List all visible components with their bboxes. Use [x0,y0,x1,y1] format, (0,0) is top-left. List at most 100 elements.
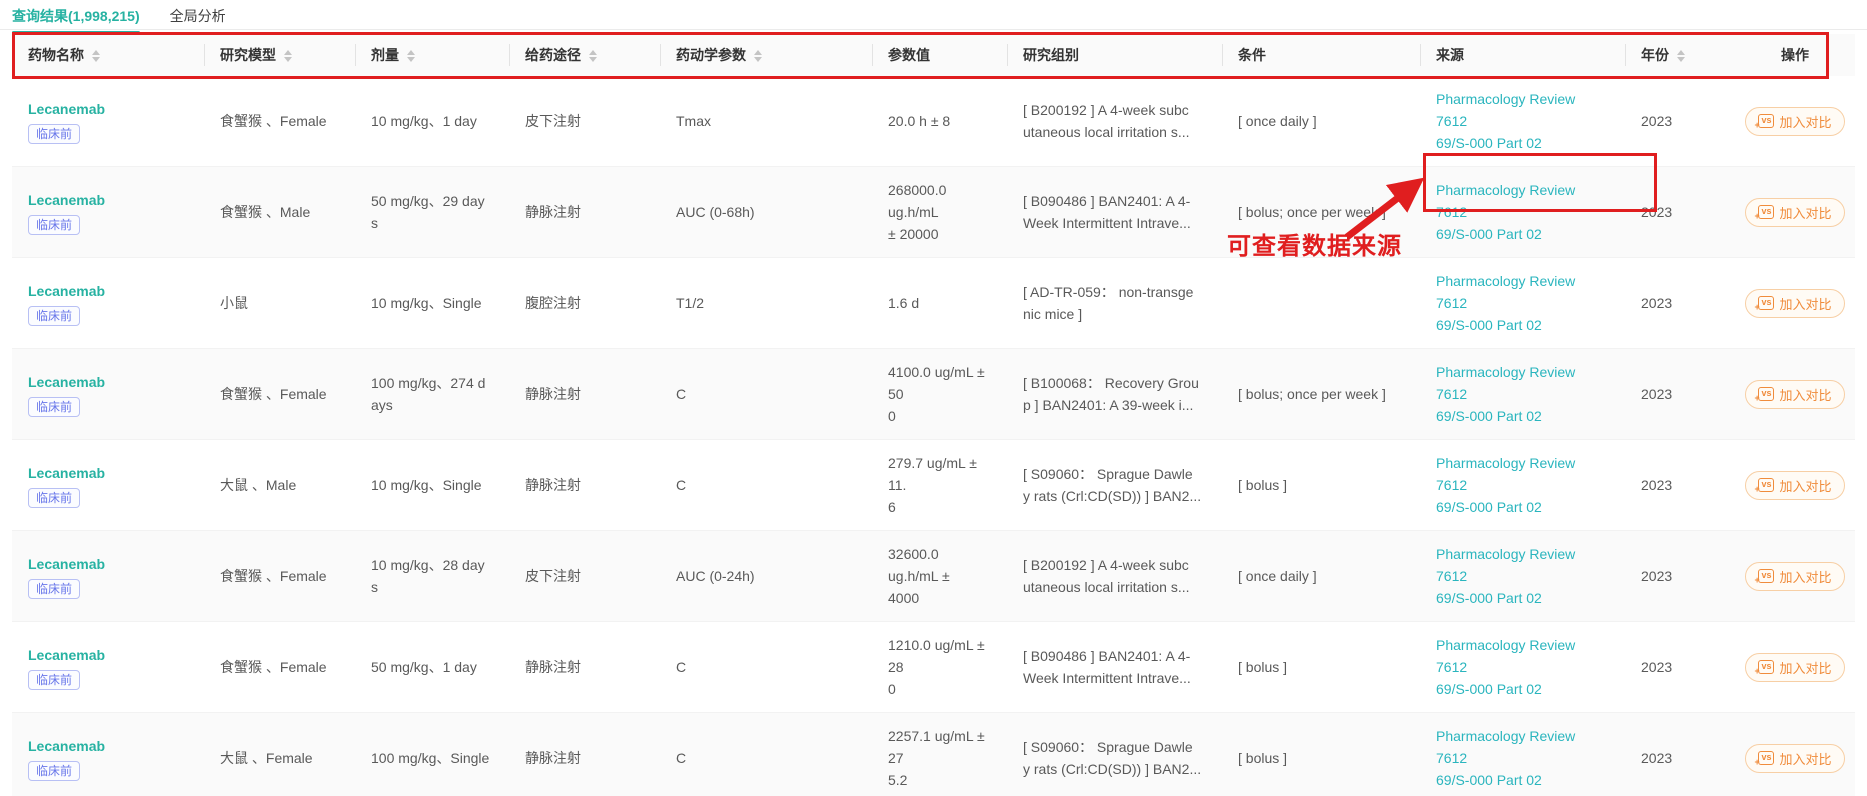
sort-caret-icon[interactable] [92,50,100,63]
cell-parameter: C [660,712,872,796]
cell-dose: 10 mg/kg、28 day s [355,530,509,622]
drug-name-link[interactable]: Lecanemab [28,190,188,210]
cell-study-group: [ S09060： Sprague Dawle y rats (Crl:CD(S… [1007,439,1222,531]
cell-action: vs + 加入对比 [1735,712,1855,796]
table-header-row: 药物名称 研究模型 剂量 给药途径 药动学参数 参数值 研究组别 条件 来源 年份 操作 [12,34,1855,76]
cell-route: 静脉注射 [509,348,660,440]
vs-compare-icon: vs + [1754,296,1775,312]
column-label-group: 研究组别 [1023,47,1079,63]
cell-year: 2023 [1625,166,1735,258]
source-link[interactable]: Pharmacology Review 7612 69/S-000 Part 0… [1436,88,1609,154]
add-to-compare-button[interactable]: vs + 加入对比 [1745,379,1845,409]
column-header-group: 研究组别 [1007,34,1222,76]
phase-badge: 临床前 [28,123,81,144]
cell-year: 2023 [1625,257,1735,349]
cell-source: Pharmacology Review 7612 69/S-000 Part 0… [1420,712,1625,796]
cell-action: vs + 加入对比 [1735,621,1855,713]
cell-year: 2023 [1625,530,1735,622]
cell-dose: 50 mg/kg、1 day [355,621,509,713]
column-header-route[interactable]: 给药途径 [509,34,660,76]
column-header-source: 来源 [1420,34,1625,76]
add-to-compare-button[interactable]: vs + 加入对比 [1745,288,1845,318]
cell-action: vs + 加入对比 [1735,348,1855,440]
column-header-model[interactable]: 研究模型 [204,34,355,76]
cell-source: Pharmacology Review 7612 69/S-000 Part 0… [1420,76,1625,167]
sort-caret-icon[interactable] [284,50,292,63]
phase-badge: 临床前 [28,396,81,417]
source-link[interactable]: Pharmacology Review 7612 69/S-000 Part 0… [1436,634,1609,700]
add-to-compare-label: 加入对比 [1779,569,1832,585]
cell-action: vs + 加入对比 [1735,166,1855,258]
cell-value: 1.6 d [872,257,1007,349]
cell-value: 2257.1 ug/mL ± 27 5.2 [872,712,1007,796]
column-header-year[interactable]: 年份 [1625,34,1735,76]
column-label-source: 来源 [1436,47,1464,63]
cell-model: 食蟹猴 、Female [204,621,355,713]
source-link[interactable]: Pharmacology Review 7612 69/S-000 Part 0… [1436,543,1609,609]
cell-study-group: [ B100068： Recovery Grou p ] BAN2401: A … [1007,348,1222,440]
vs-compare-icon: vs + [1754,751,1775,767]
add-to-compare-button[interactable]: vs + 加入对比 [1745,106,1845,136]
vs-compare-icon: vs + [1754,569,1775,585]
add-to-compare-button[interactable]: vs + 加入对比 [1745,652,1845,682]
add-to-compare-label: 加入对比 [1779,660,1832,676]
cell-source: Pharmacology Review 7612 69/S-000 Part 0… [1420,439,1625,531]
source-link[interactable]: Pharmacology Review 7612 69/S-000 Part 0… [1436,361,1609,427]
add-to-compare-button[interactable]: vs + 加入对比 [1745,743,1845,773]
column-header-drug[interactable]: 药物名称 [12,34,204,76]
drug-name-link[interactable]: Lecanemab [28,736,188,756]
cell-parameter: AUC (0-24h) [660,530,872,622]
cell-study-group: [ B200192 ] A 4-week subc utaneous local… [1007,76,1222,167]
cell-dose: 10 mg/kg、1 day [355,76,509,167]
cell-drug: Lecanemab 临床前 [12,712,204,796]
drug-name-link[interactable]: Lecanemab [28,372,188,392]
cell-study-group: [ B090486 ] BAN2401: A 4- Week Intermitt… [1007,166,1222,258]
cell-action: vs + 加入对比 [1735,439,1855,531]
column-label-action: 操作 [1781,47,1809,63]
cell-parameter: C [660,439,872,531]
column-header-value: 参数值 [872,34,1007,76]
cell-dose: 100 mg/kg、Single [355,712,509,796]
column-header-param[interactable]: 药动学参数 [660,34,872,76]
table-row: Lecanemab 临床前 食蟹猴 、Male 50 mg/kg、29 day s 静脉… [12,166,1855,258]
drug-name-link[interactable]: Lecanemab [28,99,188,119]
cell-route: 皮下注射 [509,530,660,622]
table-row: Lecanemab 临床前 食蟹猴 、Female 50 mg/kg、1 day 静脉注… [12,621,1855,713]
sort-caret-icon[interactable] [407,50,415,63]
cell-model: 大鼠 、Female [204,712,355,796]
sort-caret-icon[interactable] [1677,50,1685,63]
source-link[interactable]: Pharmacology Review 7612 69/S-000 Part 0… [1436,725,1609,791]
cell-condition: [ bolus; once per week ] [1222,166,1420,258]
source-link[interactable]: Pharmacology Review 7612 69/S-000 Part 0… [1436,452,1609,518]
cell-model: 食蟹猴 、Female [204,348,355,440]
cell-drug: Lecanemab 临床前 [12,621,204,713]
add-to-compare-button[interactable]: vs + 加入对比 [1745,470,1845,500]
cell-dose: 50 mg/kg、29 day s [355,166,509,258]
add-to-compare-button[interactable]: vs + 加入对比 [1745,197,1845,227]
sort-caret-icon[interactable] [754,50,762,63]
cell-condition: [ bolus ] [1222,439,1420,531]
cell-condition: [ once daily ] [1222,530,1420,622]
source-link[interactable]: Pharmacology Review 7612 69/S-000 Part 0… [1436,179,1609,245]
tab-global-analysis[interactable]: 全局分析 [170,6,226,34]
drug-name-link[interactable]: Lecanemab [28,463,188,483]
column-label-drug: 药物名称 [28,47,84,63]
tab-query-results[interactable]: 查询结果(1,998,215) [12,6,140,34]
cell-drug: Lecanemab 临床前 [12,76,204,167]
cell-action: vs + 加入对比 [1735,257,1855,349]
source-link[interactable]: Pharmacology Review 7612 69/S-000 Part 0… [1436,270,1609,336]
add-to-compare-label: 加入对比 [1779,114,1832,130]
phase-badge: 临床前 [28,578,81,599]
cell-model: 食蟹猴 、Female [204,76,355,167]
drug-name-link[interactable]: Lecanemab [28,554,188,574]
cell-source: Pharmacology Review 7612 69/S-000 Part 0… [1420,621,1625,713]
drug-name-link[interactable]: Lecanemab [28,281,188,301]
cell-model: 食蟹猴 、Female [204,530,355,622]
drug-name-link[interactable]: Lecanemab [28,645,188,665]
cell-action: vs + 加入对比 [1735,530,1855,622]
add-to-compare-button[interactable]: vs + 加入对比 [1745,561,1845,591]
column-header-condition: 条件 [1222,34,1420,76]
column-header-dose[interactable]: 剂量 [355,34,509,76]
sort-caret-icon[interactable] [589,50,597,63]
cell-condition: [ bolus; once per week ] [1222,348,1420,440]
